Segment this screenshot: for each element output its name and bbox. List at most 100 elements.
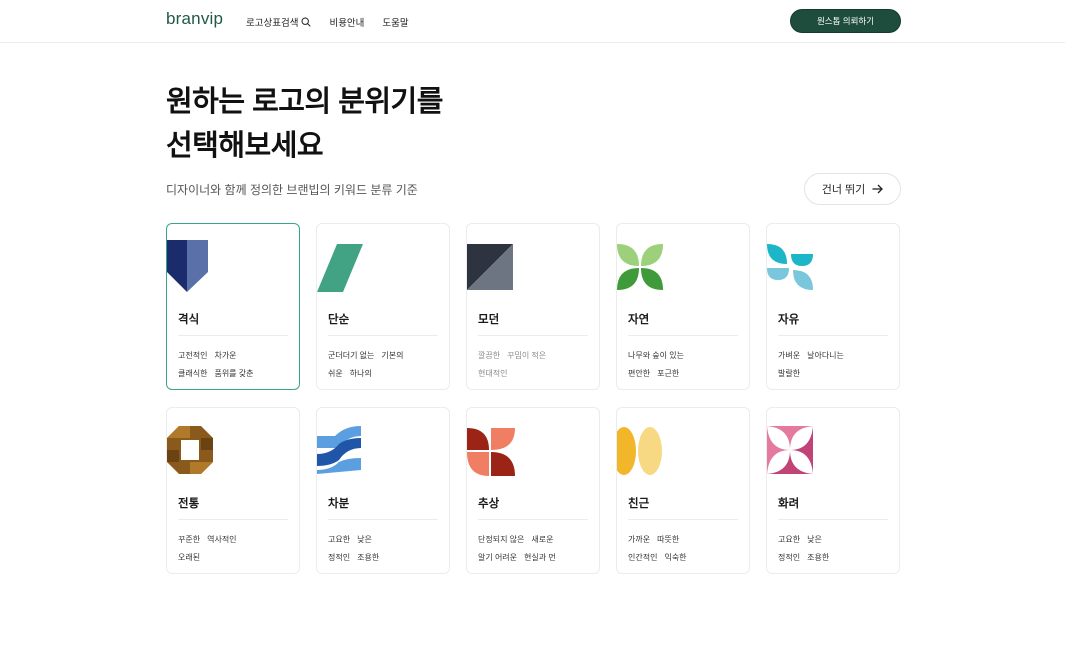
keyword-tag: 꾸준한 bbox=[178, 535, 201, 544]
abstract-shapes-icon bbox=[467, 428, 515, 476]
divider bbox=[478, 519, 588, 520]
freedom-pinwheel-icon bbox=[767, 244, 813, 290]
top-header: branvip 로고상표검색 비용안내 도움말 원스톱 의뢰하기 bbox=[0, 0, 1065, 43]
nav-item-help[interactable]: 도움말 bbox=[382, 15, 408, 29]
page-title-line-1: 원하는 로고의 분위기를 bbox=[166, 86, 443, 118]
keyword-tag: 익숙한 bbox=[664, 553, 687, 562]
divider bbox=[478, 335, 588, 336]
keyword-tag: 새로운 bbox=[531, 535, 554, 544]
divider bbox=[628, 519, 738, 520]
style-card-freedom[interactable]: 자유 가벼운 날아다니는 발랄한 bbox=[766, 223, 900, 390]
skip-button-label: 건너 뛰기 bbox=[821, 184, 866, 196]
style-card-simple[interactable]: 단순 군더더기 없는 기본의 쉬운 하나의 bbox=[316, 223, 450, 390]
keyword-tag: 차가운 bbox=[214, 351, 237, 360]
page-title-line-2: 선택해보세요 bbox=[166, 130, 324, 162]
formal-shield-icon bbox=[167, 240, 208, 292]
keyword-tag: 하나의 bbox=[349, 369, 372, 378]
style-card-abstract[interactable]: 추상 단정되지 않은 새로운 알기 어려운 현실과 먼 bbox=[466, 407, 600, 574]
keyword-tag: 단정되지 않은 bbox=[478, 535, 525, 544]
keyword-tag: 현대적인 bbox=[478, 369, 508, 378]
tradition-octagon-icon bbox=[167, 426, 213, 474]
keyword-tag: 깔끔한 bbox=[478, 351, 501, 360]
divider bbox=[328, 335, 438, 336]
keyword-tag: 가까운 bbox=[628, 535, 651, 544]
keyword-tag: 나무와 숲이 있는 bbox=[628, 351, 684, 360]
keyword-tag: 고요한 bbox=[778, 535, 801, 544]
style-card-nature[interactable]: 자연 나무와 숲이 있는 편안한 포근한 bbox=[616, 223, 750, 390]
keyword-tag: 조용한 bbox=[807, 553, 830, 562]
style-card-name: 자유 bbox=[778, 314, 800, 326]
divider bbox=[778, 519, 888, 520]
style-card-tags: 고요한 낮은 정적인 조용한 bbox=[778, 531, 891, 567]
brand-logo[interactable]: branvip bbox=[166, 9, 223, 29]
divider bbox=[178, 519, 288, 520]
friendly-ovals-icon bbox=[617, 427, 662, 475]
keyword-tag: 역사적인 bbox=[207, 535, 237, 544]
style-card-formal[interactable]: 격식 고전적인 차가운 클래식한 품위를 갖춘 bbox=[166, 223, 300, 390]
main-nav: 로고상표검색 비용안내 도움말 bbox=[246, 15, 409, 29]
search-icon bbox=[301, 17, 312, 27]
style-card-tradition[interactable]: 전통 꾸준한 역사적인 오래된 bbox=[166, 407, 300, 574]
style-card-name: 전통 bbox=[178, 498, 200, 510]
keyword-tag: 낮은 bbox=[807, 535, 822, 544]
keyword-tag: 알기 어려운 bbox=[478, 553, 518, 562]
divider bbox=[328, 519, 438, 520]
skip-button[interactable]: 건너 뛰기 bbox=[804, 173, 901, 205]
style-card-fancy[interactable]: 화려 고요한 낮은 정적인 조용한 bbox=[766, 407, 900, 574]
nav-item-logo-search[interactable]: 로고상표검색 bbox=[246, 15, 312, 29]
keyword-tag: 클래식한 bbox=[178, 369, 208, 378]
divider bbox=[628, 335, 738, 336]
style-card-friendly[interactable]: 친근 가까운 따뜻한 인간적인 익숙한 bbox=[616, 407, 750, 574]
style-card-tags: 꾸준한 역사적인 오래된 bbox=[178, 531, 291, 567]
keyword-tag: 따뜻한 bbox=[657, 535, 680, 544]
keyword-tag: 고요한 bbox=[328, 535, 351, 544]
keyword-tag: 발랄한 bbox=[778, 369, 801, 378]
style-card-name: 추상 bbox=[478, 498, 500, 510]
style-card-name: 화려 bbox=[778, 498, 800, 510]
keyword-tag: 가벼운 bbox=[778, 351, 801, 360]
simple-parallelogram-icon bbox=[317, 244, 363, 292]
keyword-tag: 오래된 bbox=[178, 553, 201, 562]
arrow-right-icon bbox=[872, 184, 884, 194]
nav-item-label: 비용안내 bbox=[329, 18, 365, 29]
nav-item-label: 로고상표검색 bbox=[246, 18, 299, 29]
style-card-tags: 나무와 숲이 있는 편안한 포근한 bbox=[628, 347, 741, 383]
style-card-name: 자연 bbox=[628, 314, 650, 326]
divider bbox=[778, 335, 888, 336]
keyword-tag: 꾸밈이 적은 bbox=[507, 351, 547, 360]
onestop-request-button[interactable]: 원스톱 의뢰하기 bbox=[790, 9, 901, 33]
fancy-star-icon bbox=[767, 426, 813, 474]
style-card-grid: 격식 고전적인 차가운 클래식한 품위를 갖춘 단순 군더더기 없는 기본의 쉬운 하나… bbox=[166, 223, 902, 574]
keyword-tag: 인간적인 bbox=[628, 553, 658, 562]
modern-diagonal-square-icon bbox=[467, 244, 513, 290]
keyword-tag: 정적인 bbox=[328, 553, 351, 562]
keyword-tag: 낮은 bbox=[357, 535, 372, 544]
keyword-tag: 포근한 bbox=[657, 369, 680, 378]
nav-item-label: 도움말 bbox=[382, 18, 409, 29]
style-card-tags: 고전적인 차가운 클래식한 품위를 갖춘 bbox=[178, 347, 291, 383]
keyword-tag: 고전적인 bbox=[178, 351, 208, 360]
style-card-tags: 고요한 낮은 정적인 조용한 bbox=[328, 531, 441, 567]
style-card-calm[interactable]: 차분 고요한 낮은 정적인 조용한 bbox=[316, 407, 450, 574]
style-card-name: 차분 bbox=[328, 498, 350, 510]
page-subtitle: 디자이너와 함께 정의한 브랜빕의 키워드 분류 기준 bbox=[166, 183, 418, 197]
style-card-name: 친근 bbox=[628, 498, 650, 510]
nature-leaves-icon bbox=[617, 244, 663, 290]
keyword-tag: 날아다니는 bbox=[807, 351, 844, 360]
keyword-tag: 쉬운 bbox=[328, 369, 343, 378]
page-title: 원하는 로고의 분위기를 선택해보세요 bbox=[166, 80, 443, 168]
style-card-modern[interactable]: 모던 깔끔한 꾸밈이 적은 현대적인 bbox=[466, 223, 600, 390]
nav-item-pricing[interactable]: 비용안내 bbox=[329, 15, 364, 29]
style-card-tags: 군더더기 없는 기본의 쉬운 하나의 bbox=[328, 347, 441, 383]
keyword-tag: 편안한 bbox=[628, 369, 651, 378]
keyword-tag: 품위를 갖춘 bbox=[214, 369, 254, 378]
keyword-tag: 기본의 bbox=[381, 351, 404, 360]
style-card-name: 격식 bbox=[178, 314, 200, 326]
keyword-tag: 조용한 bbox=[357, 553, 380, 562]
style-card-name: 모던 bbox=[478, 314, 500, 326]
keyword-tag: 정적인 bbox=[778, 553, 801, 562]
style-card-tags: 가벼운 날아다니는 발랄한 bbox=[778, 347, 891, 383]
divider bbox=[178, 335, 288, 336]
style-card-tags: 깔끔한 꾸밈이 적은 현대적인 bbox=[478, 347, 591, 383]
keyword-tag: 현실과 먼 bbox=[524, 553, 556, 562]
